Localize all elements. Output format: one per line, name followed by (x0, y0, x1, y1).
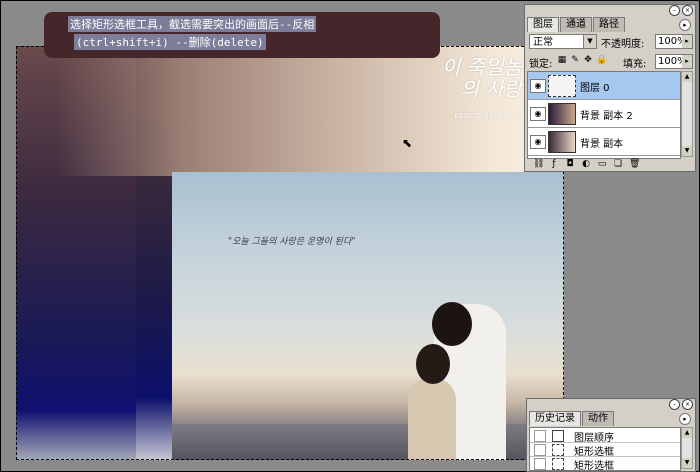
caption-line-1: 选择矩形选框工具，截选需要突出的画面后--反相 (68, 16, 317, 32)
scroll-up-icon[interactable]: ▲ (682, 428, 692, 438)
marquee-icon (552, 444, 564, 456)
tab-channels[interactable]: 通道 (560, 17, 592, 32)
group-icon[interactable]: ▭ (597, 159, 607, 169)
history-item[interactable]: 矩形选框 (530, 442, 680, 458)
layer-row-layer0[interactable]: ◉ 图层 0 (528, 72, 680, 100)
minimize-icon[interactable]: – (669, 5, 680, 16)
lock-transparency-icon[interactable]: ▦ (557, 55, 567, 65)
lock-label: 锁定: (529, 59, 553, 70)
mask-icon[interactable]: ◘ (565, 159, 575, 169)
fill-input[interactable]: 100% ▸ (655, 54, 693, 69)
link-icon[interactable]: ⛓ (533, 159, 544, 169)
close-icon[interactable]: × (682, 399, 693, 410)
blend-mode-value: 正常 (533, 37, 553, 48)
close-icon[interactable]: × (682, 5, 693, 16)
adjustment-icon[interactable]: ◐ (581, 159, 591, 169)
history-panel-titlebar[interactable]: – × (527, 399, 695, 410)
blend-row: 正常 ▼ 不透明度: 100% ▸ (527, 33, 693, 51)
tab-layers[interactable]: 图层 (527, 17, 559, 32)
history-panel: – × 历史记录 动作 ▸ 图层顺序 矩形选框 矩形选框 ▲ ▼ (526, 398, 696, 472)
lock-all-icon[interactable]: 🔒 (596, 55, 607, 65)
layer-row-bg-copy[interactable]: ◉ 背景 副本 (528, 128, 680, 156)
scroll-down-icon[interactable]: ▼ (682, 146, 692, 156)
instruction-caption: 选择矩形选框工具，截选需要突出的画面后--反相 (ctrl+shift+i) -… (44, 12, 440, 58)
history-panel-tabs: 历史记录 动作 (529, 411, 615, 426)
fill-label: 填充: (623, 59, 647, 70)
minimize-icon[interactable]: – (669, 399, 680, 410)
history-item[interactable]: 矩形选框 (530, 456, 680, 471)
new-layer-icon[interactable]: ❏ (613, 159, 623, 169)
visibility-eye-icon[interactable]: ◉ (530, 107, 546, 121)
marquee-selection[interactable] (16, 46, 564, 460)
opacity-arrow-icon[interactable]: ▸ (682, 35, 692, 48)
history-snapshot-box[interactable] (534, 430, 546, 442)
layers-panel: – × 图层 通道 路径 ▸ 正常 ▼ 不透明度: 100% ▸ 锁定: ▦ ✎… (524, 4, 696, 172)
layer-name: 图层 0 (580, 83, 610, 94)
layer-list: ◉ 图层 0 ◉ 背景 副本 2 ◉ 背景 副本 (527, 71, 681, 159)
layer-order-icon (552, 430, 564, 442)
visibility-eye-icon[interactable]: ◉ (530, 79, 546, 93)
tab-history[interactable]: 历史记录 (529, 411, 581, 426)
blend-mode-select[interactable]: 正常 ▼ (529, 34, 597, 49)
lock-brush-icon[interactable]: ✎ (570, 55, 580, 65)
layer-thumbnail (548, 75, 576, 97)
style-icon[interactable]: ƒ (549, 159, 559, 169)
opacity-input[interactable]: 100% ▸ (655, 34, 693, 49)
layer-thumbnail (548, 131, 576, 153)
layers-panel-tabs: 图层 通道 路径 (527, 17, 626, 32)
fill-arrow-icon[interactable]: ▸ (682, 55, 692, 68)
trash-icon[interactable]: 🗑 (629, 159, 640, 169)
layers-panel-titlebar[interactable]: – × (525, 5, 695, 16)
history-snapshot-box[interactable] (534, 444, 546, 456)
panel-menu-icon[interactable]: ▸ (679, 19, 691, 31)
chevron-down-icon[interactable]: ▼ (583, 35, 596, 48)
history-item-label: 矩形选框 (574, 461, 614, 471)
opacity-label: 不透明度: (601, 39, 645, 50)
visibility-eye-icon[interactable]: ◉ (530, 135, 546, 149)
tab-actions[interactable]: 动作 (582, 411, 614, 426)
layer-row-bg-copy-2[interactable]: ◉ 背景 副本 2 (528, 100, 680, 128)
tab-paths[interactable]: 路径 (593, 17, 625, 32)
layer-name: 背景 副本 (580, 139, 624, 150)
panel-menu-icon[interactable]: ▸ (679, 413, 691, 425)
layer-thumbnail (548, 103, 576, 125)
history-snapshot-box[interactable] (534, 458, 546, 470)
lock-move-icon[interactable]: ✥ (583, 55, 593, 65)
scroll-up-icon[interactable]: ▲ (682, 72, 692, 82)
lock-row: 锁定: ▦ ✎ ✥ 🔒 填充: 100% ▸ (527, 53, 693, 71)
caption-line-2: (ctrl+shift+i) --删除(delete) (74, 34, 266, 50)
marquee-icon (552, 458, 564, 470)
history-item[interactable]: 图层顺序 (530, 428, 680, 444)
layer-list-scrollbar[interactable]: ▲ ▼ (681, 71, 693, 157)
layer-name: 背景 副本 2 (580, 111, 633, 122)
layer-tools-bar: ⛓ ƒ ◘ ◐ ▭ ❏ 🗑 (527, 159, 693, 171)
arrow-cursor-icon: ⬉ (402, 136, 413, 150)
scroll-down-icon[interactable]: ▼ (682, 458, 692, 468)
history-list: 图层顺序 矩形选框 矩形选框 (529, 427, 681, 471)
history-scrollbar[interactable]: ▲ ▼ (681, 427, 693, 469)
